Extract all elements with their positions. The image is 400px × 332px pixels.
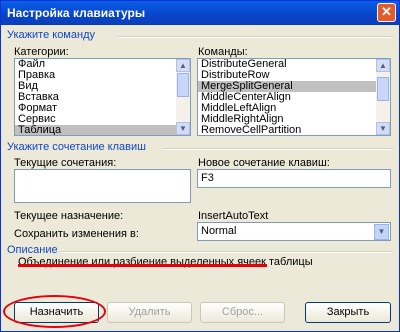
red-underline-annotation bbox=[18, 264, 267, 267]
section-divider bbox=[117, 36, 393, 38]
category-list-item[interactable]: Правка bbox=[15, 70, 190, 81]
new-shortcut-label: Новое сочетание клавиш: bbox=[198, 157, 330, 169]
close-icon: ✕ bbox=[381, 4, 392, 19]
chevron-down-icon[interactable]: ▼ bbox=[374, 224, 389, 240]
save-in-select[interactable]: Normal ▼ bbox=[197, 222, 391, 241]
current-assignment-value: InsertAutoText bbox=[198, 210, 269, 222]
current-keys-list[interactable] bbox=[14, 169, 191, 203]
new-shortcut-value: F3 bbox=[201, 172, 214, 184]
section-specify-shortcut: Укажите сочетание клавиш bbox=[7, 141, 146, 153]
commands-scrollbar[interactable]: ▲ ▼ bbox=[376, 59, 390, 135]
save-in-value: Normal bbox=[201, 225, 237, 237]
scroll-down-icon[interactable]: ▼ bbox=[176, 122, 190, 135]
window-title: Настройка клавиатуры bbox=[7, 6, 146, 20]
new-shortcut-input[interactable]: F3 bbox=[197, 169, 391, 188]
scroll-thumb[interactable] bbox=[177, 73, 189, 97]
category-list-item[interactable]: Таблица bbox=[15, 125, 190, 135]
section-divider bbox=[163, 148, 393, 150]
categories-scrollbar[interactable]: ▲ ▼ bbox=[176, 59, 190, 135]
close-window-button[interactable]: ✕ bbox=[377, 3, 396, 22]
section-specify-command: Укажите команду bbox=[7, 29, 95, 41]
title-bar: Настройка клавиатуры ✕ bbox=[1, 1, 399, 25]
commands-label: Команды: bbox=[198, 46, 248, 58]
categories-label: Категории: bbox=[14, 46, 69, 58]
remove-button[interactable]: Удалить bbox=[107, 302, 192, 323]
commands-list[interactable]: DistributeGeneral DistributeRow MergeSplit… bbox=[197, 58, 391, 136]
close-button[interactable]: Закрыть bbox=[305, 302, 391, 323]
scroll-up-icon[interactable]: ▲ bbox=[176, 59, 190, 72]
red-circle-annotation bbox=[3, 295, 106, 328]
scroll-thumb[interactable] bbox=[377, 77, 389, 101]
categories-list[interactable]: Файл Правка Вид Вставка Формат Сервис Таблица … bbox=[14, 58, 191, 136]
current-assignment-label: Текущее назначение: bbox=[14, 210, 124, 222]
current-keys-label: Текущие сочетания: bbox=[14, 157, 117, 169]
section-description: Описание bbox=[7, 244, 58, 256]
scroll-down-icon[interactable]: ▼ bbox=[376, 122, 390, 135]
keyboard-settings-dialog: Настройка клавиатуры ✕ Укажите команду К… bbox=[0, 0, 400, 332]
command-list-item[interactable]: RemoveCellPartition bbox=[198, 125, 390, 136]
reset-button[interactable]: Сброс... bbox=[200, 302, 285, 323]
section-divider bbox=[61, 251, 393, 253]
save-in-label: Сохранить изменения в: bbox=[14, 228, 139, 240]
scroll-up-icon[interactable]: ▲ bbox=[376, 59, 390, 72]
